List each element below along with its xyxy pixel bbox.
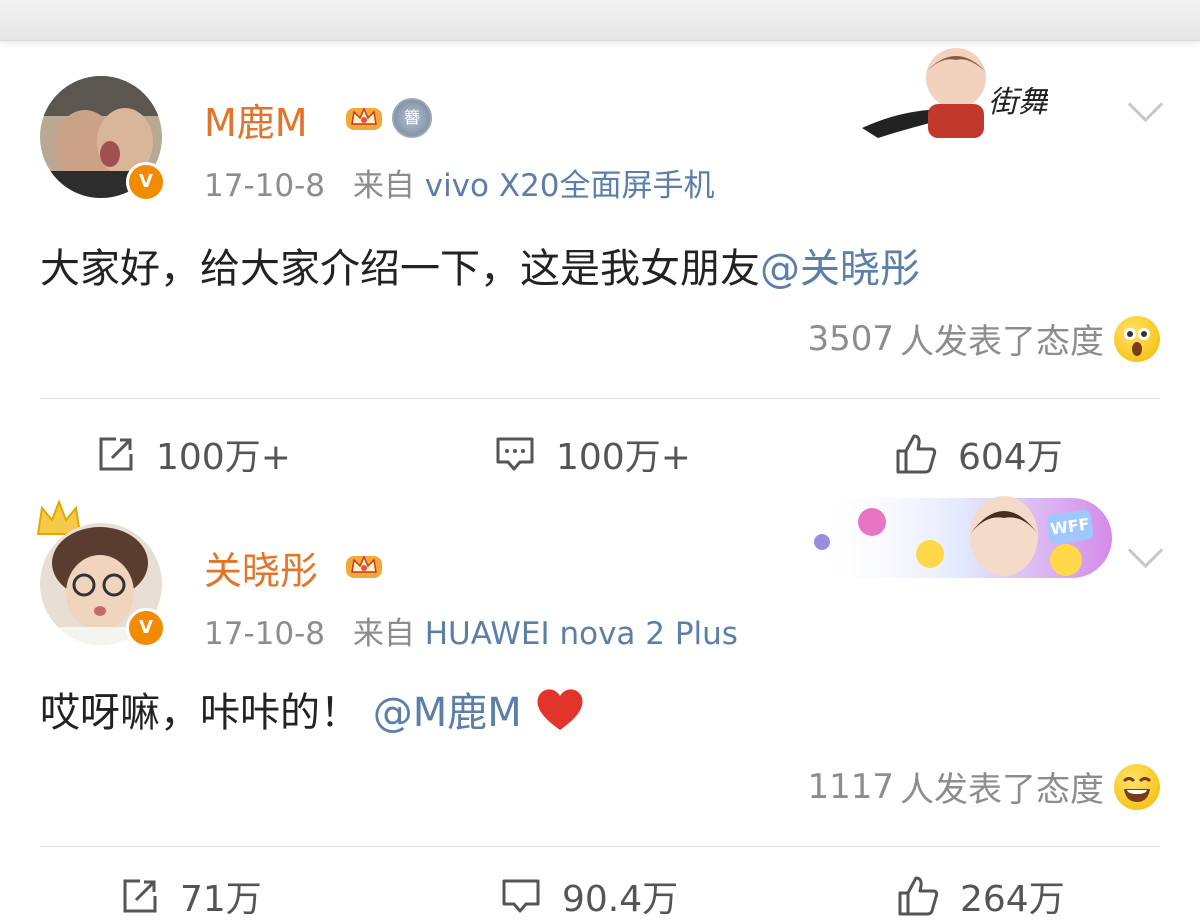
post-meta: 17-10-8 来自 HUAWEI nova 2 Plus <box>204 608 738 653</box>
comment-count: 100万+ <box>556 437 691 478</box>
like-count: 264万 <box>960 879 1065 920</box>
repost-button[interactable]: 71万 <box>120 870 262 922</box>
surprised-emoji-icon <box>1114 315 1160 362</box>
post-date: 17-10-8 <box>204 616 325 652</box>
medal-icon: 簪 <box>392 98 432 138</box>
comment-count: 90.4万 <box>562 879 679 920</box>
crown-vip-icon <box>346 555 382 578</box>
weibo-post-1: V M鹿M 簪 17-10-8 来自 vivo X20全面屏手机 街舞 大家好，… <box>0 40 1200 400</box>
repost-icon <box>99 437 133 471</box>
verified-v-icon: V <box>126 162 166 202</box>
heart-icon <box>538 689 583 730</box>
verified-v-icon: V <box>126 608 166 648</box>
reaction-label: 人发表了态度 <box>900 322 1104 362</box>
reaction-summary[interactable]: 1117 人发表了态度 <box>807 762 1160 811</box>
reaction-summary[interactable]: 3507 人发表了态度 <box>807 314 1160 363</box>
laughing-emoji-icon <box>1114 763 1160 810</box>
surprised-face <box>1124 327 1150 356</box>
source-prefix: 来自 <box>352 616 415 652</box>
like-button[interactable]: 264万 <box>896 870 1065 922</box>
device-link[interactable]: HUAWEI nova 2 Plus <box>425 616 738 652</box>
source-prefix: 来自 <box>352 168 415 204</box>
divider <box>40 398 1160 399</box>
post-body: 哎呀嘛，咔咔的！ <box>40 690 360 736</box>
thumbs-up-icon <box>896 434 937 474</box>
comment-icon <box>502 879 540 913</box>
post-body: 大家好，给大家介绍一下，这是我女朋友 <box>40 246 760 292</box>
top-bar <box>0 0 1200 41</box>
repost-count: 100万+ <box>156 437 291 478</box>
sticker-label: WFF <box>1046 509 1094 545</box>
svg-text:街舞: 街舞 <box>988 85 1048 120</box>
username[interactable]: 关晓彤 <box>204 540 318 595</box>
username[interactable]: M鹿M <box>204 92 308 147</box>
post-text: 哎呀嘛，咔咔的！ @M鹿M <box>40 680 586 738</box>
repost-icon <box>123 879 157 913</box>
mention-link[interactable]: @关晓彤 <box>760 246 920 292</box>
crown-vip-icon <box>346 107 382 130</box>
like-button[interactable]: 604万 <box>894 428 1063 480</box>
thumbs-up-icon <box>898 876 939 916</box>
weibo-post-2: V 关晓彤 17-10-8 来自 HUAWEI nova 2 Plus WFF … <box>0 488 1200 848</box>
comment-button[interactable]: 90.4万 <box>500 870 678 922</box>
reaction-label: 人发表了态度 <box>900 770 1104 810</box>
mention-link[interactable]: @M鹿M <box>373 690 522 736</box>
decoration-sticker: 街舞 <box>862 48 1048 138</box>
decoration-sticker: WFF <box>790 494 1114 584</box>
comment-button[interactable]: 100万+ <box>494 428 691 480</box>
like-count: 604万 <box>958 437 1063 478</box>
chevron-down-icon[interactable] <box>1127 86 1164 123</box>
post-meta: 17-10-8 来自 vivo X20全面屏手机 <box>204 160 715 205</box>
chevron-down-icon[interactable] <box>1127 532 1164 569</box>
post-text: 大家好，给大家介绍一下，这是我女朋友@关晓彤 <box>40 236 920 294</box>
reaction-count: 3507 <box>807 318 894 359</box>
repost-button[interactable]: 100万+ <box>96 428 291 480</box>
reaction-count: 1117 <box>807 766 894 807</box>
divider <box>40 846 1160 847</box>
repost-count: 71万 <box>180 879 262 920</box>
comment-icon <box>496 437 534 471</box>
post-date: 17-10-8 <box>204 168 325 204</box>
laughing-face <box>1122 776 1152 802</box>
device-link[interactable]: vivo X20全面屏手机 <box>425 168 715 204</box>
